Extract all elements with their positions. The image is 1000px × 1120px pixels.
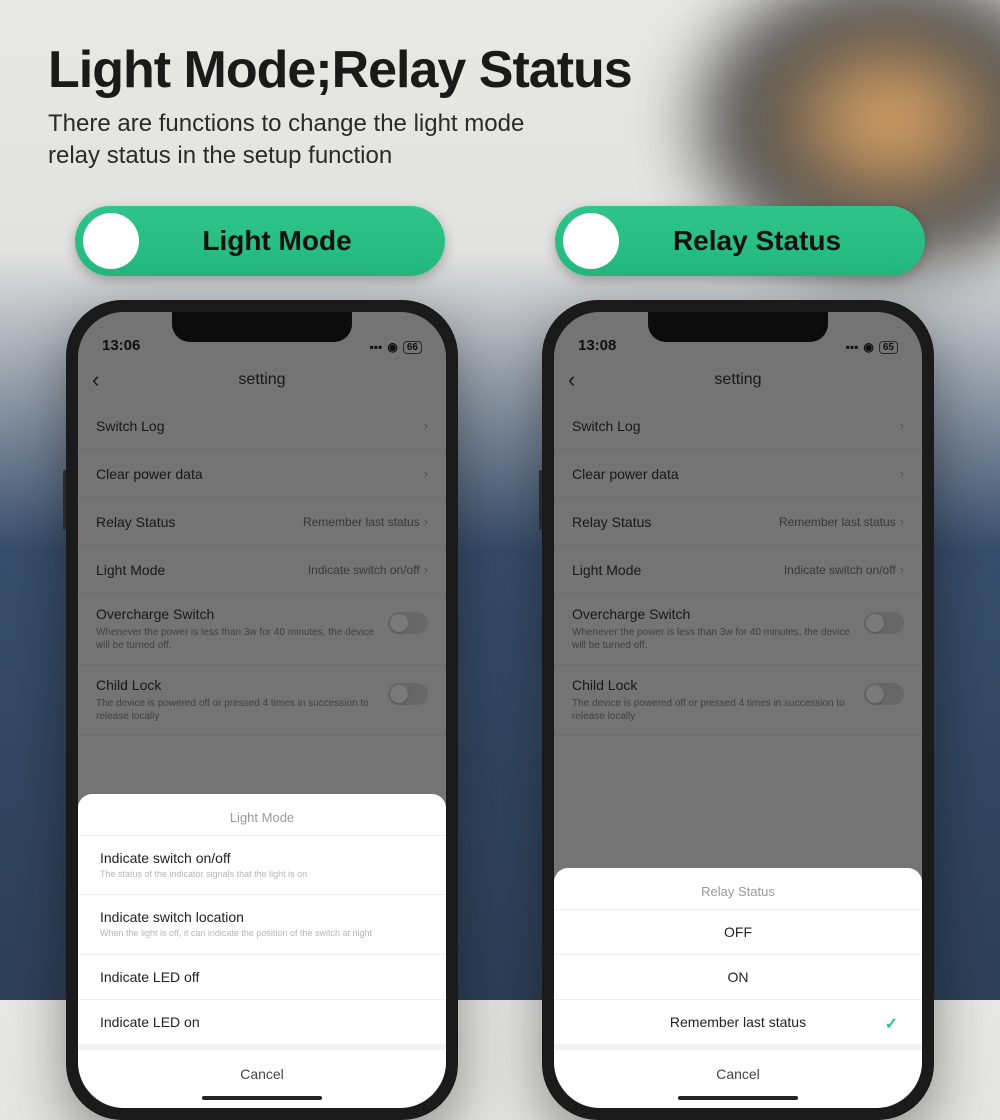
option-label: Indicate switch on/off [100, 850, 424, 866]
option-label: Remember last status [670, 1014, 806, 1030]
option-desc: The status of the indicator signals that… [100, 869, 424, 881]
screen: 13:08 ▪▪▪ ◉ 65 ‹ setting Switch Log › Cl… [554, 312, 922, 1108]
option-label: Indicate LED on [100, 1014, 424, 1030]
pill-label: Light Mode [139, 225, 445, 257]
option-indicate-location[interactable]: Indicate switch location When the light … [78, 894, 446, 954]
cancel-button[interactable]: Cancel [554, 1044, 922, 1086]
home-indicator[interactable] [678, 1096, 798, 1100]
option-label: OFF [724, 924, 752, 940]
phone-right: 13:08 ▪▪▪ ◉ 65 ‹ setting Switch Log › Cl… [542, 300, 934, 1120]
sheet-title: Light Mode [78, 794, 446, 835]
page-subtitle: There are functions to change the light … [48, 108, 632, 173]
page-header: Light Mode;Relay Status There are functi… [48, 40, 632, 173]
relay-status-sheet: Relay Status OFF ON Remember last status… [554, 868, 922, 1108]
toggle-knob [563, 213, 619, 269]
page-title: Light Mode;Relay Status [48, 40, 632, 100]
option-label: Indicate LED off [100, 969, 424, 985]
light-mode-sheet: Light Mode Indicate switch on/off The st… [78, 794, 446, 1108]
phones-row: 13:06 ▪▪▪ ◉ 66 ‹ setting Switch Log › Cl… [0, 300, 1000, 1120]
option-label: Indicate switch location [100, 909, 424, 925]
screen: 13:06 ▪▪▪ ◉ 66 ‹ setting Switch Log › Cl… [78, 312, 446, 1108]
phone-left: 13:06 ▪▪▪ ◉ 66 ‹ setting Switch Log › Cl… [66, 300, 458, 1120]
pill-row: Light Mode Relay Status [0, 206, 1000, 276]
sheet-title: Relay Status [554, 868, 922, 909]
home-indicator[interactable] [202, 1096, 322, 1100]
option-led-off[interactable]: Indicate LED off [78, 954, 446, 999]
pill-label: Relay Status [619, 225, 925, 257]
check-icon: ✓ [885, 1014, 898, 1034]
option-led-on[interactable]: Indicate LED on [78, 999, 446, 1044]
option-remember[interactable]: Remember last status ✓ [554, 999, 922, 1044]
option-label: ON [728, 969, 749, 985]
cancel-button[interactable]: Cancel [78, 1044, 446, 1086]
light-mode-pill[interactable]: Light Mode [75, 206, 445, 276]
option-on[interactable]: ON [554, 954, 922, 999]
option-desc: When the light is off, it can indicate t… [100, 928, 424, 940]
option-indicate-on-off[interactable]: Indicate switch on/off The status of the… [78, 835, 446, 895]
option-off[interactable]: OFF [554, 909, 922, 954]
toggle-knob [83, 213, 139, 269]
relay-status-pill[interactable]: Relay Status [555, 206, 925, 276]
